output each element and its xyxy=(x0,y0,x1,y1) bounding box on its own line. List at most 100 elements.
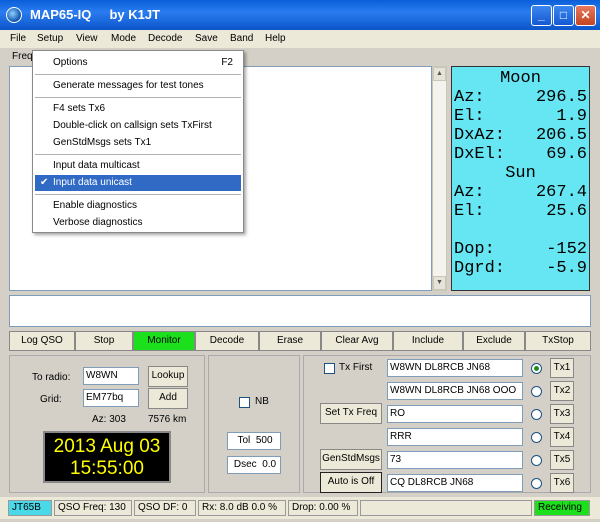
dsec-field[interactable]: Dsec 0.0 xyxy=(227,456,281,474)
moon-el-label: El: xyxy=(454,107,485,126)
tx1-button[interactable]: Tx1 xyxy=(550,358,574,378)
log-qso-button[interactable]: Log QSO xyxy=(9,331,75,351)
tx5-button[interactable]: Tx5 xyxy=(550,450,574,470)
nb-checkbox[interactable] xyxy=(239,397,250,408)
dsec-value: 0.0 xyxy=(262,459,277,470)
dxaz-value: 206.5 xyxy=(535,126,587,145)
menu-setup[interactable]: Setup xyxy=(37,33,63,44)
menu-save[interactable]: Save xyxy=(195,33,218,44)
menu-band[interactable]: Band xyxy=(230,33,253,44)
distance-readout: 7576 km xyxy=(148,414,187,425)
sun-az-value: 267.4 xyxy=(535,183,587,202)
nb-label: NB xyxy=(255,396,269,407)
lookup-button[interactable]: Lookup xyxy=(148,366,188,387)
tx3-radio[interactable] xyxy=(531,409,542,420)
to-radio-label: To radio: xyxy=(32,372,71,383)
menu-item-f4-sets-tx6[interactable]: F4 sets Tx6 xyxy=(35,101,241,117)
dop-value: -152 xyxy=(546,240,587,259)
decode-button[interactable]: Decode xyxy=(195,331,259,351)
menu-item-input-unicast[interactable]: ✔ Input data unicast xyxy=(35,175,241,191)
include-button[interactable]: Include xyxy=(393,331,463,351)
clock-date: 2013 Aug 03 xyxy=(53,436,161,457)
tx2-message-input[interactable]: W8WN DL8RCB JN68 OOO xyxy=(387,382,523,400)
menu-item-input-multicast[interactable]: Input data multicast xyxy=(35,158,241,174)
clear-avg-button[interactable]: Clear Avg xyxy=(321,331,393,351)
stop-button[interactable]: Stop xyxy=(75,331,133,351)
astro-data-panel: Moon Az: 296.5 El: 1.9 DxAz: 206.5 DxEl: 69.… xyxy=(451,66,590,291)
menu-item-double-click-txfirst[interactable]: Double-click on callsign sets TxFirst xyxy=(35,118,241,134)
tx4-radio[interactable] xyxy=(531,432,542,443)
menu-separator xyxy=(35,194,241,195)
menu-file[interactable]: File xyxy=(10,33,26,44)
dsec-label: Dsec xyxy=(233,459,257,470)
tx6-radio[interactable] xyxy=(531,478,542,489)
title-bar[interactable]: MAP65-IQ by K1JT _ □ ✕ xyxy=(0,0,600,30)
status-receiving: Receiving xyxy=(534,500,590,516)
dgrd-value: -5.9 xyxy=(546,259,587,278)
menu-help[interactable]: Help xyxy=(265,33,286,44)
scroll-up-icon[interactable]: ▲ xyxy=(433,67,446,81)
tx6-message-input[interactable]: CQ DL8RCB JN68 xyxy=(387,474,523,492)
options-label: Options xyxy=(53,57,88,68)
dxaz-label: DxAz: xyxy=(454,126,506,145)
grid-label: Grid: xyxy=(40,394,62,405)
tx5-message-input[interactable]: 73 xyxy=(387,451,523,469)
status-empty xyxy=(360,500,532,516)
minimize-button[interactable]: _ xyxy=(531,5,552,26)
checkmark-icon: ✔ xyxy=(40,177,49,188)
sun-el-value: 25.6 xyxy=(546,202,587,221)
menu-item-options[interactable]: Options F2 xyxy=(35,55,241,71)
txstop-button[interactable]: TxStop xyxy=(525,331,591,351)
set-tx-freq-button[interactable]: Set Tx Freq xyxy=(320,403,382,424)
tol-field[interactable]: Tol 500 xyxy=(227,432,281,450)
monitor-button[interactable]: Monitor xyxy=(133,331,195,351)
tx5-radio[interactable] xyxy=(531,455,542,466)
tx3-button[interactable]: Tx3 xyxy=(550,404,574,424)
message-text-box[interactable] xyxy=(9,295,591,327)
menu-item-verbose-diagnostics[interactable]: Verbose diagnostics xyxy=(35,215,241,231)
add-button[interactable]: Add xyxy=(148,388,188,409)
tx-first-checkbox[interactable] xyxy=(324,363,335,374)
app-globe-icon xyxy=(6,7,22,23)
close-button[interactable]: ✕ xyxy=(575,5,596,26)
tx3-message-input[interactable]: RO xyxy=(387,405,523,423)
erase-button[interactable]: Erase xyxy=(259,331,321,351)
moon-header: Moon xyxy=(500,69,541,88)
moon-az-label: Az: xyxy=(454,88,485,107)
input-unicast-label: Input data unicast xyxy=(53,177,132,188)
menu-item-genstdmsgs-tx1[interactable]: GenStdMsgs sets Tx1 xyxy=(35,135,241,151)
utc-clock: 2013 Aug 03 15:55:00 xyxy=(43,431,171,483)
tx2-button[interactable]: Tx2 xyxy=(550,381,574,401)
menu-mode[interactable]: Mode xyxy=(111,33,136,44)
window-title: MAP65-IQ by K1JT xyxy=(30,7,161,22)
tol-value: 500 xyxy=(255,435,273,446)
to-radio-input[interactable]: W8WN xyxy=(83,367,139,385)
tx4-button[interactable]: Tx4 xyxy=(550,427,574,447)
tx6-button[interactable]: Tx6 xyxy=(550,473,574,493)
tx4-message-input[interactable]: RRR xyxy=(387,428,523,446)
tx-first-label: Tx First xyxy=(339,362,373,373)
scroll-down-icon[interactable]: ▼ xyxy=(433,276,446,290)
menu-decode[interactable]: Decode xyxy=(148,33,182,44)
grid-input[interactable]: EM77bq xyxy=(83,389,139,407)
menu-view[interactable]: View xyxy=(76,33,98,44)
gen-std-msgs-button[interactable]: GenStdMsgs xyxy=(320,449,382,470)
dop-label: Dop: xyxy=(454,240,495,259)
dxel-label: DxEl: xyxy=(454,145,506,164)
menu-item-enable-diagnostics[interactable]: Enable diagnostics xyxy=(35,198,241,214)
sun-el-label: El: xyxy=(454,202,485,221)
menu-item-generate-test-tones[interactable]: Generate messages for test tones xyxy=(35,78,241,94)
tx1-radio[interactable] xyxy=(531,363,542,374)
maximize-button[interactable]: □ xyxy=(553,5,574,26)
azimuth-readout: Az: 303 xyxy=(92,414,126,425)
tx1-message-input[interactable]: W8WN DL8RCB JN68 xyxy=(387,359,523,377)
status-qso-freq: QSO Freq: 130 xyxy=(54,500,132,516)
auto-is-off-button[interactable]: Auto is Off xyxy=(320,472,382,493)
tx2-radio[interactable] xyxy=(531,386,542,397)
sun-az-label: Az: xyxy=(454,183,485,202)
exclude-button[interactable]: Exclude xyxy=(463,331,525,351)
freq-label-fragment: Freq xyxy=(12,51,33,62)
text-scrollbar[interactable]: ▲ ▼ xyxy=(432,66,447,291)
menu-separator xyxy=(35,74,241,75)
menu-separator xyxy=(35,154,241,155)
